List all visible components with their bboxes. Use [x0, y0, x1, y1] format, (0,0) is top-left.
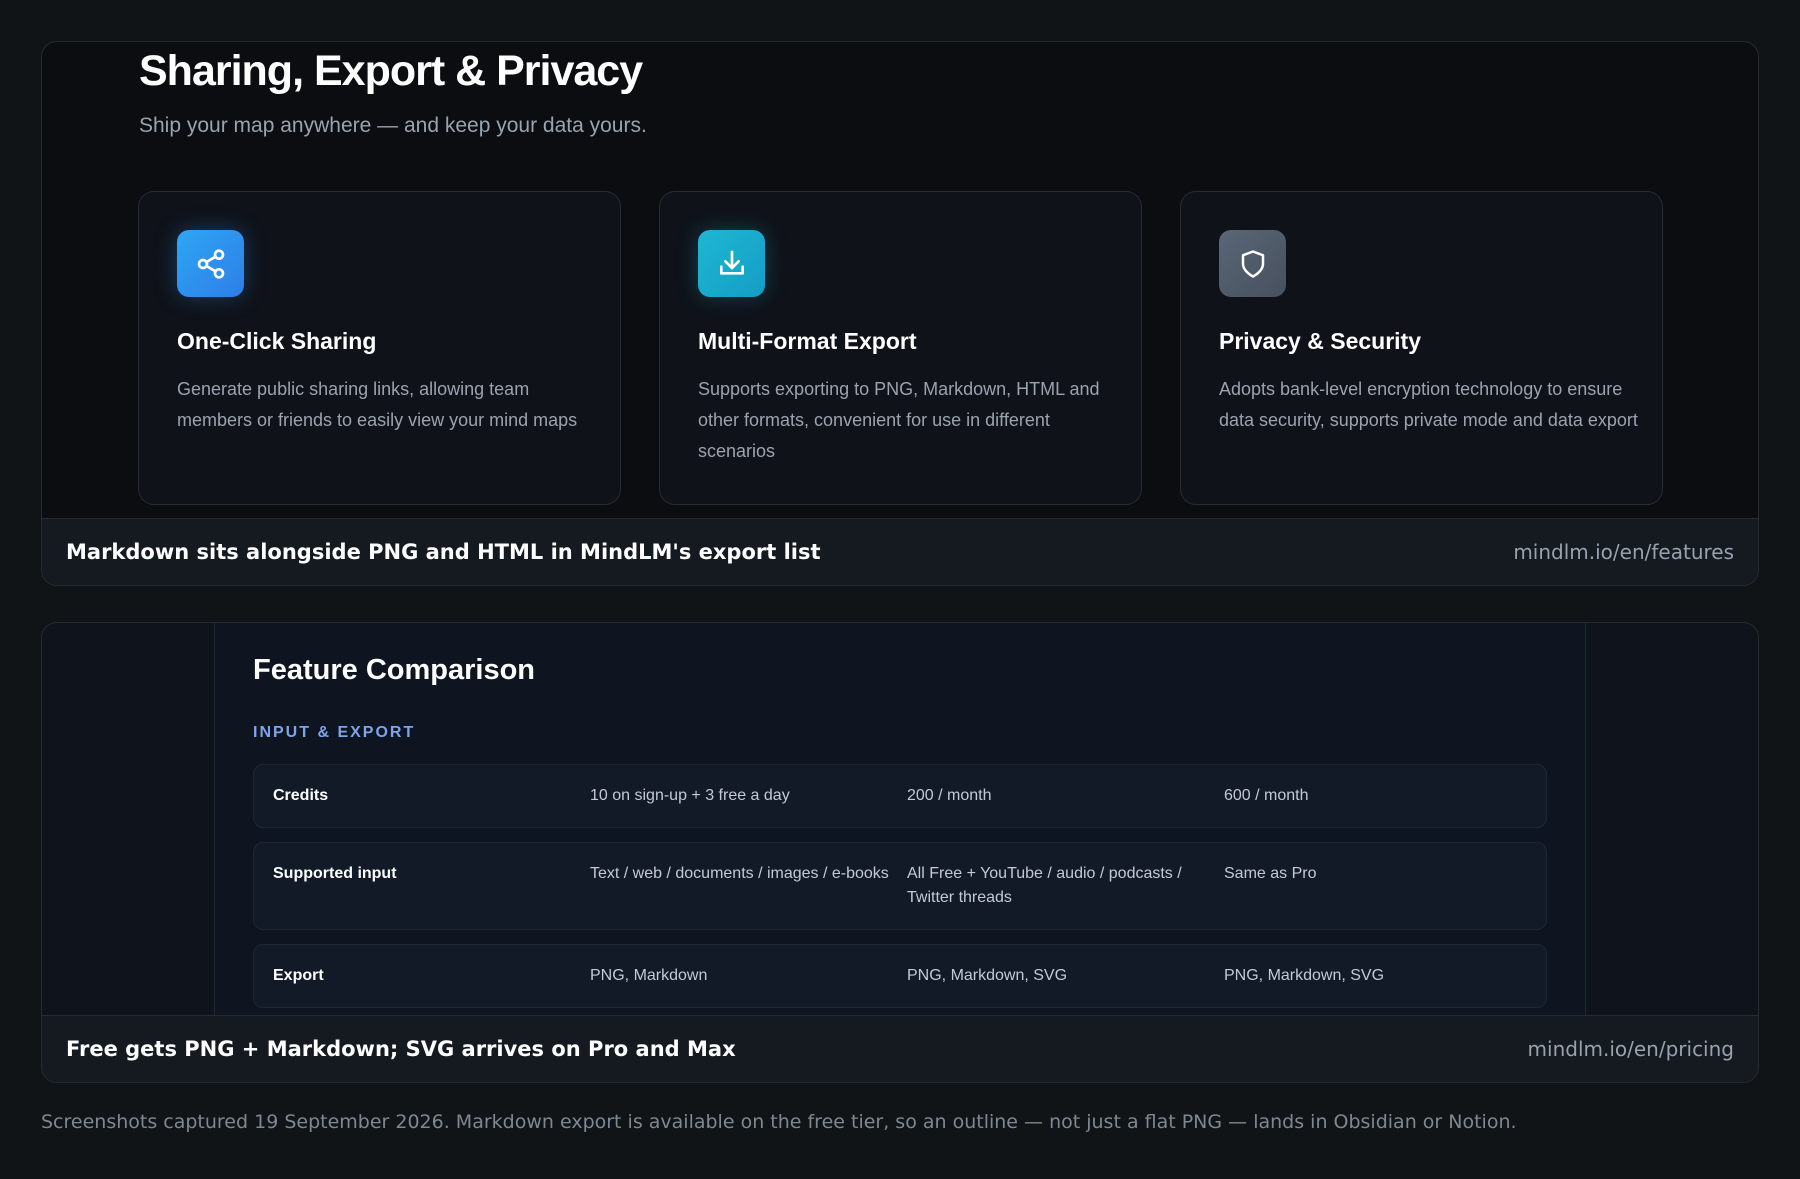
pro-value: 200 / month	[907, 787, 992, 804]
section-subtitle: Ship your map anywhere — and keep your d…	[139, 114, 647, 137]
pro-value: All Free + YouTube / audio / podcasts / …	[907, 865, 1182, 906]
card-description: Supports exporting to PNG, Markdown, HTM…	[698, 379, 1100, 461]
row-label: Supported input	[273, 865, 397, 882]
row-label: Credits	[273, 787, 329, 804]
table-row: Export PNG, Markdown PNG, Markdown, SVG …	[253, 944, 1547, 1008]
screenshot-caption-bar: Markdown sits alongside PNG and HTML in …	[42, 518, 1758, 585]
free-value: Text / web / documents / images / e-book…	[590, 865, 889, 882]
max-value: PNG, Markdown, SVG	[1224, 967, 1385, 984]
card-title: Multi-Format Export	[698, 328, 917, 354]
max-value: 600 / month	[1224, 787, 1309, 804]
share-icon	[177, 230, 244, 297]
card-title: One-Click Sharing	[177, 328, 377, 354]
card-title: Privacy & Security	[1219, 328, 1422, 354]
section-title: Sharing, Export & Privacy	[139, 47, 643, 95]
features-screenshot-panel: Sharing, Export & Privacy Ship your map …	[41, 41, 1759, 586]
pro-value: PNG, Markdown, SVG	[907, 967, 1068, 984]
table-row: Credits 10 on sign-up + 3 free a day 200…	[253, 764, 1547, 828]
free-value: PNG, Markdown	[590, 967, 708, 984]
export-card: Multi-Format Export Supports exporting t…	[659, 191, 1142, 505]
table-row: Supported input Text / web / documents /…	[253, 842, 1547, 930]
source-url: mindlm.io/en/features	[1513, 540, 1734, 564]
caption-text: Free gets PNG + Markdown; SVG arrives on…	[66, 1037, 736, 1061]
free-value: 10 on sign-up + 3 free a day	[590, 787, 790, 804]
privacy-card: Privacy & Security Adopts bank-level enc…	[1180, 191, 1663, 505]
shield-icon	[1219, 230, 1286, 297]
pricing-screenshot-panel: Feature Comparison INPUT & EXPORT Credit…	[41, 622, 1759, 1083]
row-label: Export	[273, 967, 324, 984]
screenshot-caption-bar: Free gets PNG + Markdown; SVG arrives on…	[42, 1015, 1758, 1082]
max-value: Same as Pro	[1224, 865, 1317, 882]
card-description: Adopts bank-level encryption technology …	[1219, 379, 1638, 430]
sharing-card: One-Click Sharing Generate public sharin…	[138, 191, 621, 505]
table-section-label: INPUT & EXPORT	[253, 724, 416, 741]
caption-text: Markdown sits alongside PNG and HTML in …	[66, 540, 821, 564]
table-title: Feature Comparison	[253, 654, 535, 686]
card-description: Generate public sharing links, allowing …	[177, 379, 578, 430]
footnote: Screenshots captured 19 September 2026. …	[41, 1111, 1517, 1133]
source-url: mindlm.io/en/pricing	[1527, 1037, 1734, 1061]
download-icon	[698, 230, 765, 297]
feature-comparison-table: Feature Comparison INPUT & EXPORT Credit…	[214, 623, 1586, 1016]
